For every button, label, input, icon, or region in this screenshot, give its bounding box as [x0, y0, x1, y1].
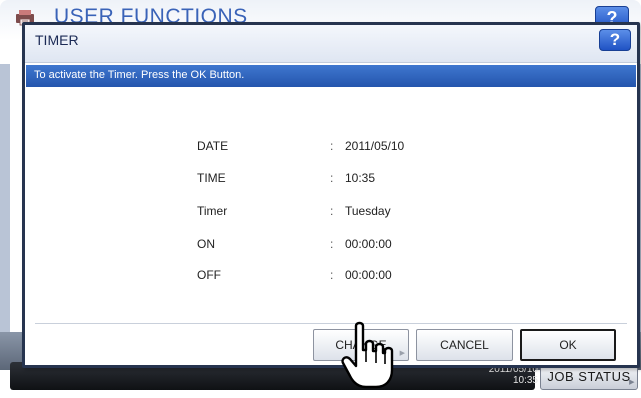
date-label: DATE	[197, 139, 229, 153]
on-label: ON	[197, 237, 215, 251]
off-label: OFF	[197, 268, 221, 282]
on-value: 00:00:00	[345, 237, 392, 251]
timer-value: Tuesday	[345, 204, 391, 218]
timer-colon: :	[330, 204, 334, 218]
date-value: 2011/05/10	[345, 139, 405, 153]
timer-dialog: TIMER ? To activate the Timer. Press the…	[22, 22, 640, 368]
job-status-label: JOB STATUS	[547, 369, 631, 384]
date-colon: :	[330, 139, 334, 153]
pointing-hand-cursor-icon	[336, 320, 400, 398]
off-colon: :	[330, 268, 334, 282]
cancel-button[interactable]: CANCEL	[416, 329, 513, 361]
background-left-edge	[0, 64, 10, 364]
help-button[interactable]: ?	[599, 29, 631, 51]
ok-button-label: OK	[559, 338, 577, 352]
ok-button[interactable]: OK	[520, 329, 616, 361]
timer-label: Timer	[197, 204, 228, 218]
time-value: 10:35	[345, 171, 376, 185]
message-text: To activate the Timer. Press the OK Butt…	[34, 69, 245, 81]
dialog-title: TIMER	[35, 32, 79, 48]
cancel-button-label: CANCEL	[440, 338, 489, 352]
message-bar: To activate the Timer. Press the OK Butt…	[26, 65, 636, 87]
time-colon: :	[330, 171, 334, 185]
triangle-indicator-icon: ▶	[399, 350, 405, 357]
time-label: TIME	[197, 171, 226, 185]
triangle-indicator-icon: ▶	[629, 379, 635, 386]
dialog-titlebar: TIMER ?	[25, 25, 637, 63]
dialog-divider	[35, 323, 627, 324]
off-value: 00:00:00	[345, 268, 392, 282]
on-colon: :	[330, 237, 334, 251]
clock-time: 10:35	[512, 375, 538, 386]
